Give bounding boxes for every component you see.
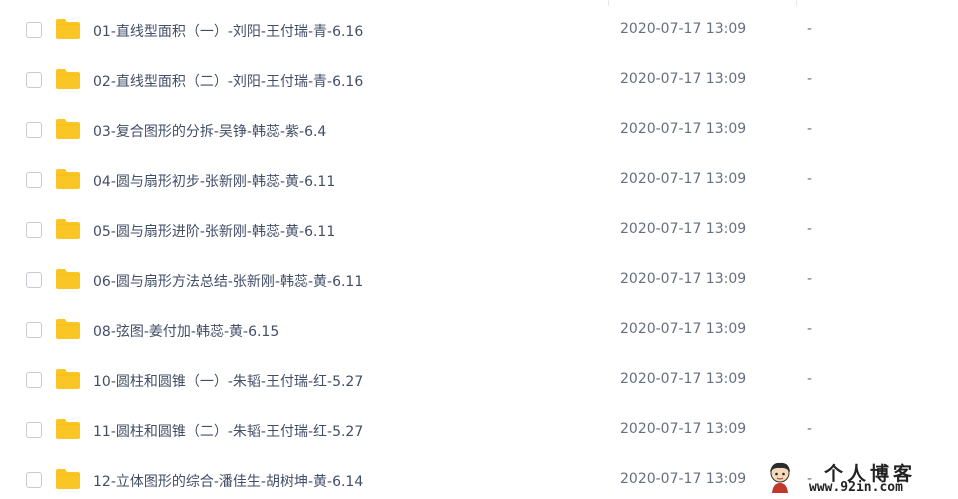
file-size: - (807, 71, 813, 87)
row-checkbox[interactable] (26, 322, 42, 338)
row-checkbox[interactable] (26, 72, 42, 88)
modified-time: 2020-07-17 13:09 (620, 471, 747, 487)
file-name-link[interactable]: 05-圆与扇形进阶-张新刚-韩蕊-黄-6.11 (93, 221, 335, 241)
row-checkbox[interactable] (26, 422, 42, 438)
row-checkbox[interactable] (26, 22, 42, 38)
modified-time: 2020-07-17 13:09 (620, 121, 747, 137)
row-checkbox[interactable] (26, 372, 42, 388)
watermark-url: www.92in.com (809, 480, 903, 495)
file-row[interactable]: 02-直线型面积（二）-刘阳-王付瑞-青-6.16 2020-07-17 13:0… (0, 55, 958, 105)
modified-time: 2020-07-17 13:09 (620, 421, 747, 437)
modified-time: 2020-07-17 13:09 (620, 371, 747, 387)
row-checkbox[interactable] (26, 122, 42, 138)
file-row[interactable]: 04-圆与扇形初步-张新刚-韩蕊-黄-6.11 2020-07-17 13:09 - (0, 155, 958, 205)
folder-icon[interactable] (55, 318, 81, 340)
file-row[interactable]: 05-圆与扇形进阶-张新刚-韩蕊-黄-6.11 2020-07-17 13:09 - (0, 205, 958, 255)
file-name-link[interactable]: 03-复合图形的分拆-吴铮-韩蕊-紫-6.4 (93, 121, 326, 141)
site-watermark: 个人博客 www.92in.com (762, 458, 958, 499)
avatar-icon (770, 462, 790, 493)
file-row[interactable]: 10-圆柱和圆锥（一）-朱韬-王付瑞-红-5.27 2020-07-17 13:0… (0, 355, 958, 405)
row-checkbox[interactable] (26, 272, 42, 288)
file-size: - (807, 271, 813, 287)
folder-icon[interactable] (55, 218, 81, 240)
file-name-link[interactable]: 01-直线型面积（一）-刘阳-王付瑞-青-6.16 (93, 21, 363, 41)
row-checkbox[interactable] (26, 172, 42, 188)
file-size: - (807, 121, 813, 137)
modified-time: 2020-07-17 13:09 (620, 71, 747, 87)
file-row[interactable]: 01-直线型面积（一）-刘阳-王付瑞-青-6.16 2020-07-17 13:0… (0, 5, 958, 55)
modified-time: 2020-07-17 13:09 (620, 271, 747, 287)
folder-icon[interactable] (55, 368, 81, 390)
file-name-link[interactable]: 02-直线型面积（二）-刘阳-王付瑞-青-6.16 (93, 71, 363, 91)
file-name-link[interactable]: 10-圆柱和圆锥（一）-朱韬-王付瑞-红-5.27 (93, 371, 363, 391)
file-size: - (807, 21, 813, 37)
folder-icon[interactable] (55, 418, 81, 440)
folder-icon[interactable] (55, 468, 81, 490)
file-name-link[interactable]: 04-圆与扇形初步-张新刚-韩蕊-黄-6.11 (93, 171, 335, 191)
folder-icon[interactable] (55, 18, 81, 40)
folder-icon[interactable] (55, 68, 81, 90)
folder-icon[interactable] (55, 268, 81, 290)
file-size: - (807, 421, 813, 437)
modified-time: 2020-07-17 13:09 (620, 221, 747, 237)
file-row[interactable]: 08-弦图-姜付加-韩蕊-黄-6.15 2020-07-17 13:09 - (0, 305, 958, 355)
file-size: - (807, 171, 813, 187)
file-row[interactable]: 03-复合图形的分拆-吴铮-韩蕊-紫-6.4 2020-07-17 13:09 - (0, 105, 958, 155)
file-row[interactable]: 06-圆与扇形方法总结-张新刚-韩蕊-黄-6.11 2020-07-17 13:0… (0, 255, 958, 305)
modified-time: 2020-07-17 13:09 (620, 171, 747, 187)
file-name-link[interactable]: 11-圆柱和圆锥（二）-朱韬-王付瑞-红-5.27 (93, 421, 363, 441)
file-size: - (807, 321, 813, 337)
file-name-link[interactable]: 12-立体图形的综合-潘佳生-胡树坤-黄-6.14 (93, 471, 363, 491)
row-checkbox[interactable] (26, 472, 42, 488)
file-size: - (807, 221, 813, 237)
file-size: - (807, 371, 813, 387)
file-row[interactable]: 11-圆柱和圆锥（二）-朱韬-王付瑞-红-5.27 2020-07-17 13:0… (0, 405, 958, 455)
folder-icon[interactable] (55, 118, 81, 140)
modified-time: 2020-07-17 13:09 (620, 321, 747, 337)
modified-time: 2020-07-17 13:09 (620, 21, 747, 37)
row-checkbox[interactable] (26, 222, 42, 238)
folder-icon[interactable] (55, 168, 81, 190)
file-name-link[interactable]: 08-弦图-姜付加-韩蕊-黄-6.15 (93, 321, 279, 341)
file-name-link[interactable]: 06-圆与扇形方法总结-张新刚-韩蕊-黄-6.11 (93, 271, 363, 291)
